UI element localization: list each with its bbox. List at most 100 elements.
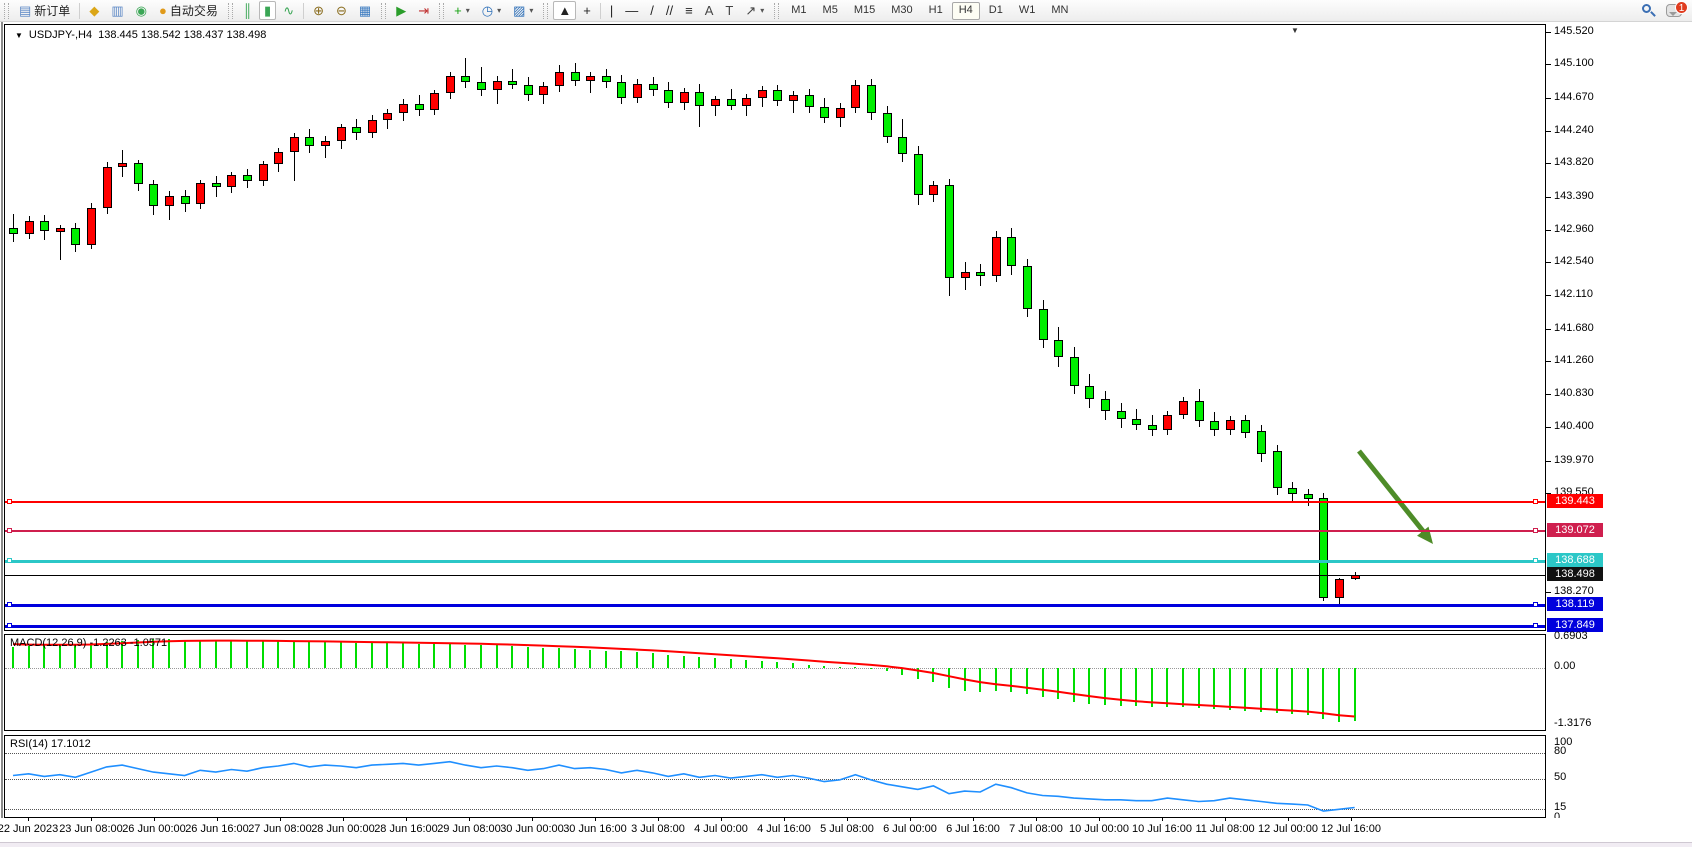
timeframe-h1[interactable]: H1 [922,2,950,20]
support-line-1-anchor[interactable] [1533,602,1538,607]
cursor-button[interactable]: ▲ [553,1,576,20]
timeframe-w1[interactable]: W1 [1012,2,1043,20]
window-frame [1,22,3,842]
new-order-button[interactable]: ▤新订单 [14,1,75,20]
resistance-line-2-anchor[interactable] [7,528,12,533]
indicators-button[interactable]: +▾ [449,1,475,20]
price-tick-label: 144.670 [1554,91,1594,103]
rsi-line [5,736,1546,818]
time-label: 10 Jul 00:00 [1069,823,1129,835]
price-tick-label: 142.110 [1554,288,1593,300]
periods-button[interactable]: ◷▾ [477,1,506,20]
macd-main-value: -1.2263 [89,637,126,649]
toolbar-grip [439,3,444,19]
current-price-line [5,575,1546,576]
line-chart-icon: ∿ [283,4,294,17]
auto-scroll-button[interactable]: ▶ [391,1,411,20]
fibonacci-button[interactable]: ≡ [680,1,698,20]
search-icon[interactable] [1642,4,1656,18]
bar-chart-button[interactable]: ║ [238,1,257,20]
price-tick-label: 140.400 [1554,420,1594,432]
pivot-line-anchor[interactable] [1533,558,1538,563]
horizontal-line-button[interactable]: — [620,1,643,20]
support-line-1-anchor[interactable] [7,602,12,607]
candle-chart-button[interactable]: ▮ [259,1,276,20]
time-label: 22 Jun 2023 [0,823,58,835]
new-order-icon: ▤ [19,4,31,17]
chevron-down-icon: ▾ [529,6,533,15]
zoom-out-button[interactable]: ⊖ [331,1,352,20]
time-label: 6 Jul 16:00 [946,823,1000,835]
time-tick-mark [910,818,911,821]
vertical-line-button[interactable]: | [605,1,618,20]
time-tick-mark [721,818,722,821]
price-tick-mark [1546,295,1551,296]
price-pane: ▼ USDJPY-,H4 138.445 138.542 138.437 138… [4,24,1546,631]
timeframe-d1[interactable]: D1 [982,2,1010,20]
price-tick-mark [1546,64,1551,65]
timeframe-m5[interactable]: M5 [816,2,845,20]
resistance-line-1[interactable] [5,501,1546,503]
text-button[interactable]: A [700,1,719,20]
resistance-line-2[interactable] [5,530,1546,532]
trendline-button[interactable]: / [645,1,659,20]
resistance-line-2-anchor[interactable] [1533,528,1538,533]
zoom-in-button[interactable]: ⊕ [308,1,329,20]
toolbar-right: 1 [1642,4,1692,18]
toolbar-separator [600,3,601,19]
support-line-1[interactable] [5,604,1546,607]
time-tick-mark [406,818,407,821]
pivot-line[interactable] [5,560,1546,563]
support-line-2-anchor[interactable] [1533,623,1538,628]
timeframe-m15[interactable]: M15 [847,2,882,20]
resistance-line-1-anchor[interactable] [7,499,12,504]
webtrader-button[interactable]: ▥ [106,1,128,20]
price-tick-label: 138.270 [1554,585,1594,597]
shapes-button[interactable]: ↗▾ [740,1,769,20]
price-tick-mark [1546,262,1551,263]
notifications-icon[interactable]: 1 [1666,4,1682,17]
textlabel-button[interactable]: T [720,1,738,20]
tile-windows-icon: ▦ [359,4,371,17]
chart-shift-button[interactable]: ⇥ [413,1,434,20]
timeframe-mn[interactable]: MN [1044,2,1075,20]
rsi-pane: RSI(14) 17.1012 [4,735,1546,818]
rsi-value: 17.1012 [51,738,91,750]
shapes-icon: ↗ [745,4,756,17]
timeframe-m1[interactable]: M1 [784,2,813,20]
support-line-2[interactable] [5,625,1546,628]
macd-axis-label: 0.6903 [1554,630,1588,642]
notification-badge: 1 [1675,1,1688,14]
macd-signal-value: -1.0571 [130,637,167,649]
pivot-line-anchor[interactable] [7,558,12,563]
price-tick-mark [1546,163,1551,164]
fibonacci-icon: ≡ [685,4,693,17]
webtrader-icon: ▥ [111,4,123,17]
time-label: 30 Jun 00:00 [500,823,564,835]
candle-chart-icon: ▮ [264,4,271,17]
rsi-axis-label: 80 [1554,745,1566,757]
auto-scroll-icon: ▶ [396,4,406,17]
crosshair-button[interactable]: + [578,1,596,20]
autotrading-button[interactable]: ●自动交易 [154,1,223,20]
support-line-2-anchor[interactable] [7,623,12,628]
templates-button[interactable]: ▨▾ [508,1,538,20]
line-chart-button[interactable]: ∿ [278,1,299,20]
toolbar-grip [228,3,233,19]
timeframe-h4[interactable]: H4 [952,2,980,20]
tile-windows-button[interactable]: ▦ [354,1,376,20]
time-tick-mark [595,818,596,821]
chart-shift-icon: ⇥ [418,4,429,17]
gold-ingot-button[interactable]: ◆ [84,1,104,20]
periods-icon: ◷ [482,4,493,17]
time-tick-mark [784,818,785,821]
resistance-line-1-anchor[interactable] [1533,499,1538,504]
price-tick-label: 141.260 [1554,354,1594,366]
signals-button[interactable]: ◉ [131,1,152,20]
timeframe-m30[interactable]: M30 [884,2,919,20]
channel-button[interactable]: // [661,1,678,20]
macd-axis-label: -1.3176 [1554,717,1591,729]
macd-label: MACD(12,26,9) -1.2263 -1.0571 [10,637,167,649]
price-tick-mark [1546,98,1551,99]
time-tick-mark [469,818,470,821]
